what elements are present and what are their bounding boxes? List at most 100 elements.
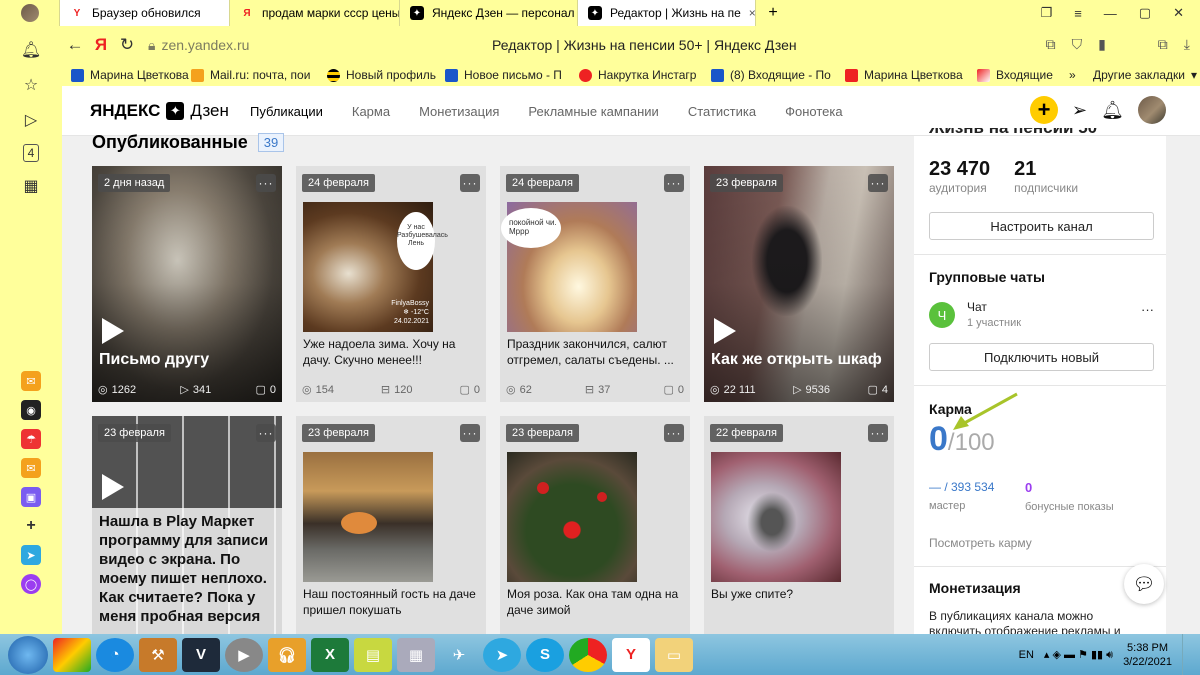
bookmarks-more-button[interactable]: » <box>1060 68 1084 82</box>
menu-statistics[interactable]: Статистика <box>688 104 756 119</box>
play-icon[interactable] <box>714 318 736 344</box>
publication-card[interactable]: 23 февраля ··· Нашла в Play Маркет прогр… <box>92 416 282 634</box>
menu-monetization[interactable]: Монетизация <box>419 104 499 119</box>
play-icon[interactable] <box>102 474 124 500</box>
card-more-button[interactable]: ··· <box>460 174 480 192</box>
add-icon[interactable]: + <box>21 516 41 536</box>
card-more-button[interactable]: ··· <box>664 424 684 442</box>
language-indicator[interactable]: EN <box>1019 649 1034 661</box>
publication-card[interactable]: 23 февраля ··· Как же открыть шкаф ◎ 22 1… <box>704 166 894 402</box>
menu-phonotheque[interactable]: Фонотека <box>785 104 842 119</box>
maximize-icon[interactable]: ▢ <box>1139 5 1151 21</box>
tray-icons[interactable]: ▴ ◈ ▬ ⚑ ▮▮ 🔊︎ <box>1044 648 1113 662</box>
minimize-icon[interactable]: — <box>1104 6 1117 21</box>
card-more-button[interactable]: ··· <box>256 174 276 192</box>
publication-card[interactable]: 24 февраля ··· У нас Разбушевалась Лень … <box>296 166 486 402</box>
mail-icon[interactable]: ✉ <box>21 371 41 391</box>
notifications-icon[interactable]: 🔔︎ <box>1101 100 1124 121</box>
bookmark-item[interactable]: Входящие <box>968 68 1060 82</box>
protect-icon[interactable]: ⛉ <box>1072 36 1083 53</box>
excel-icon[interactable]: X <box>311 637 349 672</box>
alice-icon[interactable]: ◯ <box>21 574 41 594</box>
folder-icon[interactable]: ▭ <box>655 637 693 672</box>
bird-icon[interactable]: ✈ <box>440 638 478 672</box>
bookmark-item[interactable]: Марина Цветкова <box>62 68 189 82</box>
card-title[interactable]: Праздник закончился, салют отгремел, сал… <box>507 336 685 368</box>
chrome-icon[interactable] <box>569 637 607 672</box>
share-icon[interactable]: ⧉ <box>1046 36 1056 53</box>
winrar-icon[interactable] <box>53 637 91 672</box>
close-tab-icon[interactable]: × <box>749 6 755 20</box>
bookmark-item[interactable]: Новый профиль <box>318 68 436 82</box>
yandex-browser-icon[interactable]: Y <box>612 637 650 672</box>
support-chat-button[interactable]: 💬︎ <box>1124 564 1164 604</box>
create-button[interactable]: + <box>1030 96 1059 124</box>
yandex-home-icon[interactable]: Я <box>88 35 114 55</box>
messenger-icon[interactable]: ▣ <box>21 487 41 507</box>
card-more-button[interactable]: ··· <box>868 424 888 442</box>
publication-card[interactable]: 23 февраля ··· Наш постоянный гость на д… <box>296 416 486 634</box>
umbrella-icon[interactable]: ☂ <box>21 429 41 449</box>
media-player-icon[interactable]: ▶ <box>225 637 263 672</box>
tab-browser-updated[interactable]: Y Браузер обновился <box>60 0 230 26</box>
star-icon[interactable]: ☆ <box>20 74 42 96</box>
vertical-scrollbar[interactable] <box>1188 136 1200 634</box>
menu-publications[interactable]: Публикации <box>250 104 323 119</box>
telegram-icon[interactable]: ➤ <box>483 637 521 672</box>
headphones-icon[interactable]: 🎧︎ <box>268 637 306 672</box>
other-bookmarks[interactable]: Другие закладки ▾ <box>1084 68 1197 82</box>
publication-card[interactable]: 23 февраля ··· Моя роза. Как она там одн… <box>500 416 690 634</box>
apps-grid-icon[interactable]: ▦ <box>20 175 42 197</box>
card-title[interactable]: Уже надоела зима. Хочу на дачу. Скучно м… <box>303 336 481 368</box>
profile-tab[interactable] <box>0 0 60 26</box>
url-field[interactable]: 🔒︎ zen.yandex.ru <box>148 37 249 54</box>
extensions-icon[interactable]: ⧉ <box>1158 36 1168 53</box>
close-window-icon[interactable]: ✕ <box>1173 5 1184 21</box>
menu-icon[interactable]: ≡ <box>1074 6 1082 21</box>
card-more-button[interactable]: ··· <box>460 424 480 442</box>
publication-card[interactable]: 24 февраля ··· покойной чи. Мррр Праздни… <box>500 166 690 402</box>
play-icon[interactable] <box>102 318 124 344</box>
download-icon[interactable]: ⤓ <box>1184 36 1190 53</box>
zen-logo[interactable]: ЯНДЕКС ✦ Дзен <box>90 101 229 121</box>
publication-card[interactable]: 2 дня назад ··· Письмо другу ◎ 1262 ▷ 341 … <box>92 166 282 402</box>
show-desktop-button[interactable] <box>1182 634 1192 675</box>
alice-station-icon[interactable]: ◉ <box>21 400 41 420</box>
new-tab-button[interactable]: + <box>756 0 790 26</box>
tab-editor[interactable]: ✦ Редактор | Жизнь на пе × <box>578 0 756 26</box>
bookmark-item[interactable]: Mail.ru: почта, пои <box>182 68 318 82</box>
send-icon[interactable]: ➤ <box>21 545 41 565</box>
play-icon[interactable]: ▷ <box>20 109 42 131</box>
speedtest-icon[interactable]: ◔ <box>96 637 134 672</box>
start-button[interactable] <box>8 635 48 674</box>
bookmarks-panel-icon[interactable]: ❐ <box>1041 5 1053 21</box>
card-title[interactable]: Нашла в Play Маркет программу для записи… <box>99 512 279 626</box>
card-title[interactable]: Вы уже спите? <box>711 586 889 602</box>
bookmark-item[interactable]: (8) Входящие - По <box>702 68 836 82</box>
counter-icon[interactable]: 4 <box>23 144 39 162</box>
back-icon[interactable]: ← <box>62 35 88 55</box>
connect-new-button[interactable]: Подключить новый <box>929 343 1154 371</box>
card-title[interactable]: Письмо другу <box>99 350 279 369</box>
calculator-icon[interactable]: ▦ <box>397 637 435 672</box>
card-more-button[interactable]: ··· <box>664 174 684 192</box>
card-title[interactable]: Наш постоянный гость на даче пришел поку… <box>303 586 481 618</box>
chat-more-button[interactable]: ··· <box>1141 302 1154 317</box>
vegas-icon[interactable]: V <box>182 637 220 672</box>
tab-stamps[interactable]: Я продам марки ссср цены <box>230 0 400 26</box>
bookmark-item[interactable]: Накрутка Инстагр <box>570 68 702 82</box>
chat-item[interactable]: Ч Чат 1 участник ··· <box>929 298 1154 332</box>
clock[interactable]: 5:38 PM 3/22/2021 <box>1123 641 1172 669</box>
bookmark-item[interactable]: Марина Цветкова <box>836 68 968 82</box>
tool-icon[interactable]: ⚒ <box>139 637 177 672</box>
bookmark-icon[interactable]: ▮ <box>1098 36 1106 53</box>
publication-card[interactable]: 22 февраля ··· Вы уже спите? <box>704 416 894 634</box>
notes-icon[interactable]: ▤ <box>354 637 392 672</box>
mail-app-icon[interactable]: ✉ <box>21 458 41 478</box>
card-more-button[interactable]: ··· <box>868 174 888 192</box>
send-icon[interactable]: ➢ <box>1072 100 1087 121</box>
reload-icon[interactable]: ↻ <box>114 35 140 55</box>
setup-channel-button[interactable]: Настроить канал <box>929 212 1154 240</box>
bookmark-item[interactable]: Новое письмо - П <box>436 68 570 82</box>
user-avatar[interactable] <box>1138 96 1166 124</box>
